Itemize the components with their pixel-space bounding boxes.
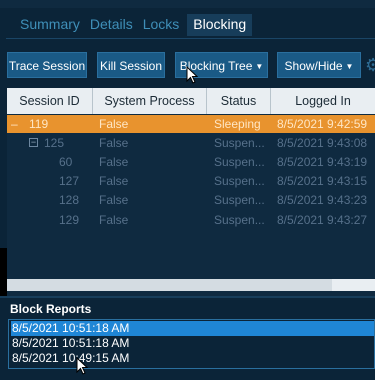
cell-session-id: 125 bbox=[44, 136, 65, 150]
tab-bar: Summary Details Locks Blocking bbox=[18, 12, 258, 36]
panel-splitter[interactable] bbox=[0, 296, 375, 298]
show-hide-button[interactable]: Show/Hide ▼ bbox=[277, 52, 361, 78]
column-header-status[interactable]: Status bbox=[207, 88, 271, 114]
table-row[interactable]: − 125 False Suspen... 8/5/2021 9:43:08 bbox=[7, 134, 375, 152]
chevron-down-icon: ▼ bbox=[255, 61, 264, 71]
cell-system-process: False bbox=[99, 155, 129, 169]
trace-session-label: Trace Session bbox=[8, 59, 86, 73]
bottom-strip bbox=[0, 372, 375, 380]
session-grid: Session ID System Process Status Logged … bbox=[7, 88, 375, 296]
cell-status: Suspen... bbox=[214, 155, 265, 169]
cell-system-process: False bbox=[99, 193, 129, 207]
cell-logged-in: 8/5/2021 9:43:15 bbox=[277, 174, 368, 188]
table-row[interactable]: 128 False Suspen... 8/5/2021 9:43:23 bbox=[7, 191, 375, 209]
list-item[interactable]: 8/5/2021 10:51:18 AM bbox=[11, 336, 374, 351]
tab-details[interactable]: Details bbox=[88, 16, 135, 36]
cell-logged-in: 8/5/2021 9:42:59 bbox=[277, 117, 368, 131]
table-row[interactable]: 127 False Suspen... 8/5/2021 9:43:15 bbox=[7, 172, 375, 190]
cell-system-process: False bbox=[99, 213, 129, 227]
cell-session-id: 127 bbox=[59, 174, 80, 188]
kill-session-button[interactable]: Kill Session bbox=[97, 52, 165, 78]
column-header-system-process[interactable]: System Process bbox=[93, 88, 207, 114]
cell-session-id: 128 bbox=[59, 193, 80, 207]
mouse-pointer-icon bbox=[186, 66, 198, 84]
cell-session-id: 129 bbox=[59, 213, 80, 227]
cell-status: Suspen... bbox=[214, 136, 265, 150]
row-collapse-dash: – bbox=[11, 117, 18, 131]
tab-blocking[interactable]: Blocking bbox=[187, 14, 253, 36]
cell-session-id: 60 bbox=[59, 155, 73, 169]
cell-session-id: 119 bbox=[29, 117, 49, 131]
horizontal-scrollbar[interactable] bbox=[7, 279, 375, 291]
tab-divider bbox=[6, 38, 375, 39]
collapse-minus-icon[interactable]: − bbox=[29, 138, 38, 147]
chevron-down-icon: ▼ bbox=[345, 61, 354, 71]
scrollbar-thumb[interactable] bbox=[7, 279, 332, 291]
blocking-window: Summary Details Locks Blocking Trace Ses… bbox=[0, 0, 375, 380]
block-reports-title: Block Reports bbox=[10, 302, 92, 316]
cell-logged-in: 8/5/2021 9:43:19 bbox=[277, 155, 368, 169]
cell-logged-in: 8/5/2021 9:43:27 bbox=[277, 213, 368, 227]
cell-status: Suspen... bbox=[214, 193, 265, 207]
table-row[interactable]: 129 False Suspen... 8/5/2021 9:43:27 bbox=[7, 211, 375, 229]
list-item[interactable]: 8/5/2021 10:49:15 AM bbox=[11, 351, 374, 366]
cell-logged-in: 8/5/2021 9:43:08 bbox=[277, 136, 368, 150]
tab-summary[interactable]: Summary bbox=[18, 16, 82, 36]
mouse-pointer-icon bbox=[76, 357, 88, 375]
list-item[interactable]: 8/5/2021 10:51:18 AM bbox=[11, 321, 374, 336]
cell-status: Suspen... bbox=[214, 174, 265, 188]
cell-system-process: False bbox=[99, 136, 129, 150]
top-strip bbox=[0, 0, 375, 8]
column-header-session-id[interactable]: Session ID bbox=[7, 88, 93, 114]
column-header-logged-in[interactable]: Logged In bbox=[271, 88, 375, 114]
cell-logged-in: 8/5/2021 9:43:23 bbox=[277, 193, 368, 207]
kill-session-label: Kill Session bbox=[99, 59, 163, 73]
cell-system-process: False bbox=[99, 117, 129, 131]
table-row[interactable]: 60 False Suspen... 8/5/2021 9:43:19 bbox=[7, 153, 375, 171]
trace-session-button[interactable]: Trace Session bbox=[7, 52, 87, 78]
gear-icon[interactable]: ⚙ bbox=[365, 54, 375, 76]
tab-locks[interactable]: Locks bbox=[141, 16, 182, 36]
left-gap-dark bbox=[0, 248, 7, 296]
cell-status: Sleeping bbox=[214, 117, 261, 131]
left-gap bbox=[0, 88, 7, 248]
show-hide-label: Show/Hide bbox=[284, 59, 343, 73]
table-row[interactable]: – 119 False Sleeping 8/5/2021 9:42:59 bbox=[7, 115, 375, 133]
grid-header: Session ID System Process Status Logged … bbox=[7, 88, 375, 114]
block-reports-list: 8/5/2021 10:51:18 AM 8/5/2021 10:51:18 A… bbox=[8, 319, 375, 369]
cell-system-process: False bbox=[99, 174, 129, 188]
cell-status: Suspen... bbox=[214, 213, 265, 227]
